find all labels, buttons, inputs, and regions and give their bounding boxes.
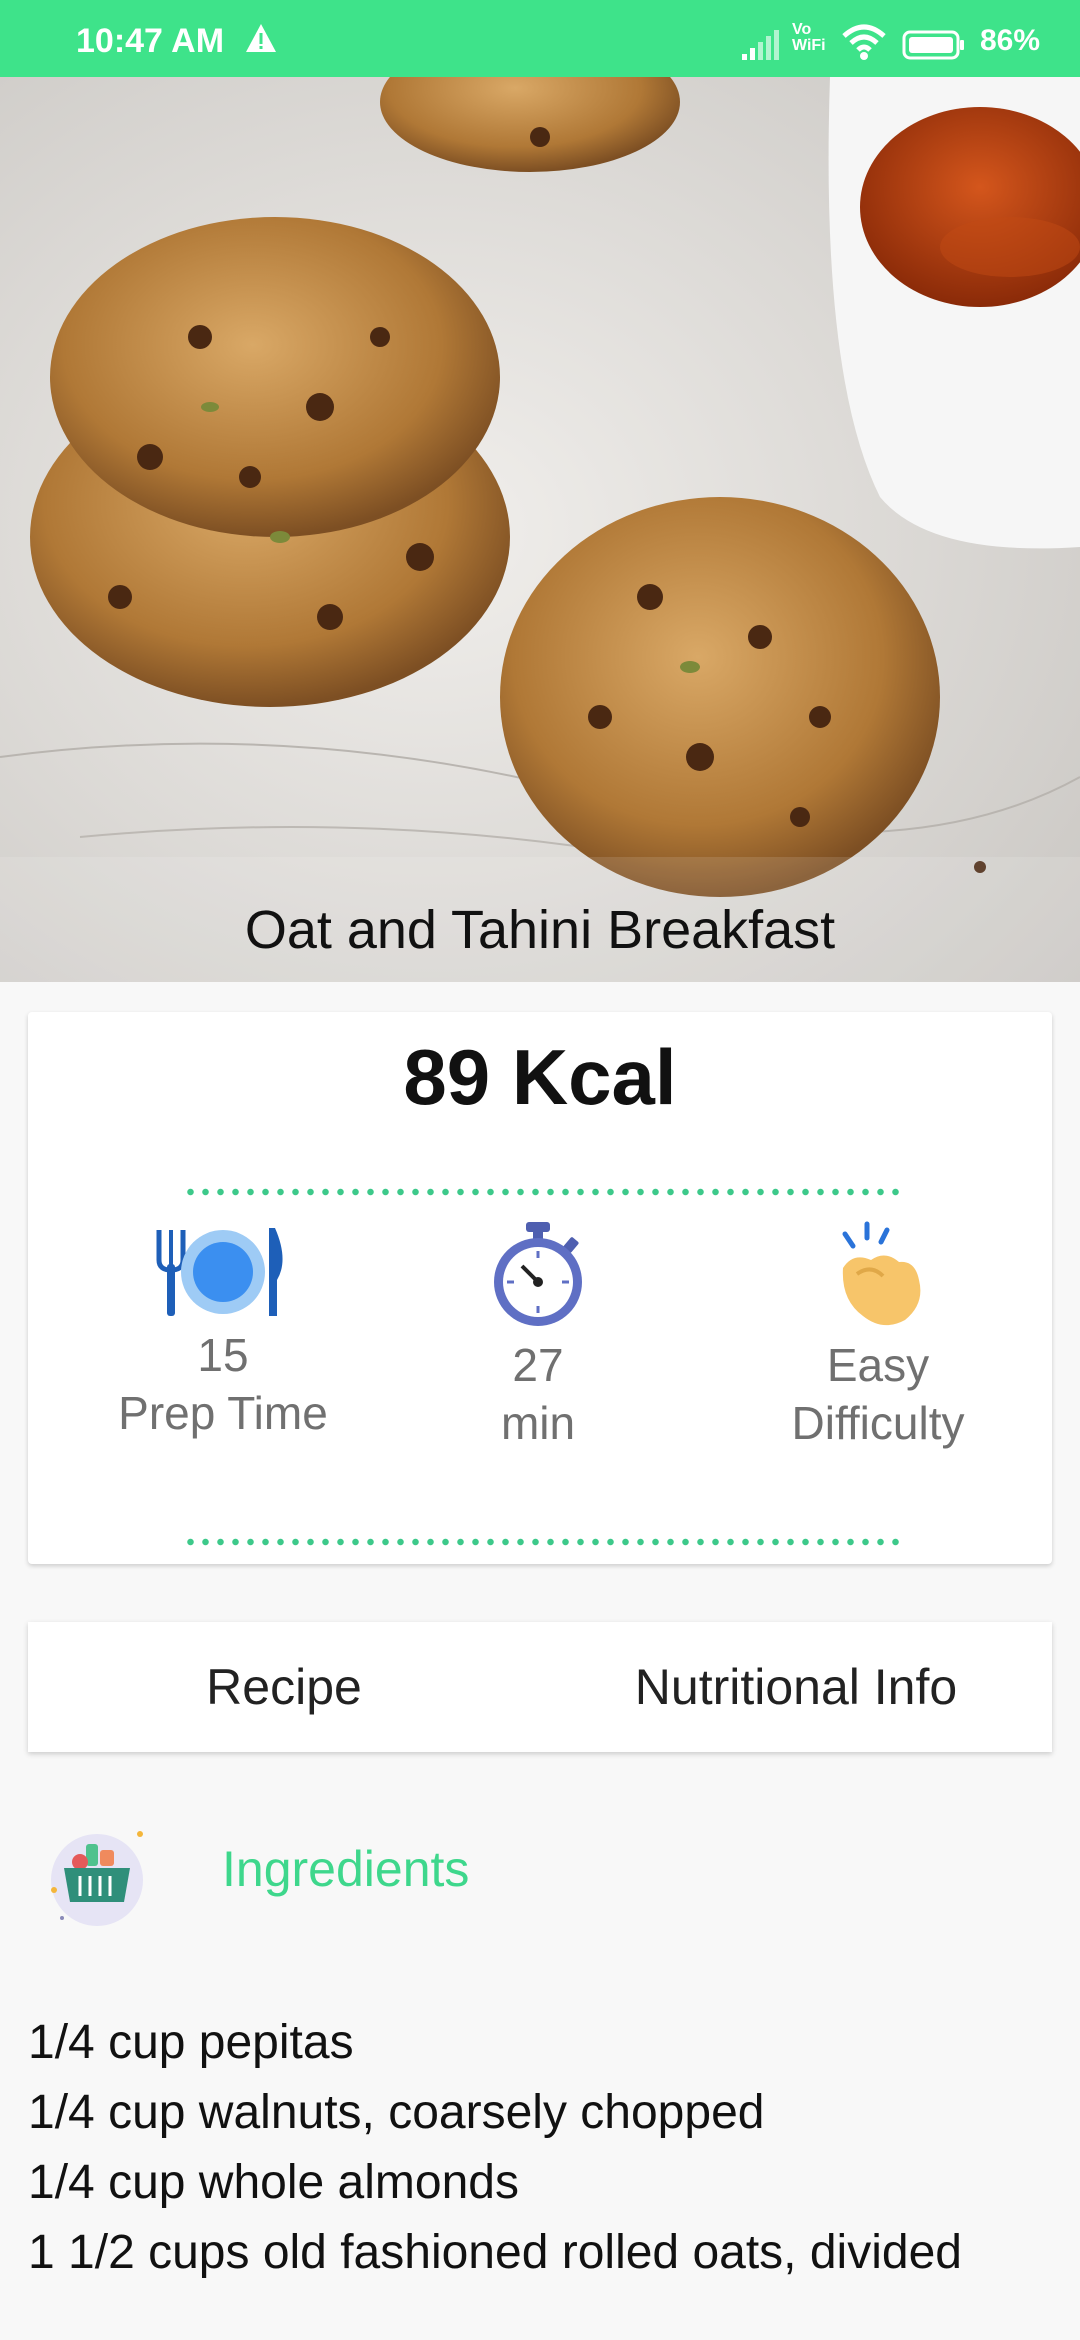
- ingredient-item: 1/4 cup whole almonds: [28, 2156, 519, 2209]
- prep-time-label: Prep Time: [118, 1387, 328, 1439]
- status-time: 10:47 AM: [76, 22, 225, 60]
- prep-time-value: 15: [197, 1329, 249, 1381]
- stat-duration: 27 min: [378, 1220, 698, 1452]
- ingredients-title: Ingredients: [222, 1841, 470, 1897]
- grocery-basket-icon: [51, 1831, 143, 1926]
- snap-hand-icon: [842, 1221, 921, 1326]
- status-bar: 10:47 AM Vo WiFi 86%: [0, 0, 1080, 77]
- battery-icon: [902, 30, 964, 60]
- signal-icon: [742, 30, 779, 60]
- recipe-hero-image: Oat and Tahini Breakfast: [0, 77, 1080, 982]
- difficulty-value: Easy: [826, 1339, 930, 1391]
- stopwatch-icon: [494, 1222, 582, 1326]
- difficulty-label: Difficulty: [791, 1397, 965, 1449]
- tab-recipe[interactable]: Recipe: [28, 1622, 540, 1752]
- ingredient-item: 1 1/2 cups old fashioned rolled oats, di…: [28, 2226, 962, 2279]
- battery-percentage: 86%: [980, 24, 1041, 57]
- tab-nutritional-info[interactable]: Nutritional Info: [540, 1622, 1052, 1752]
- cookies-photo: [0, 77, 1080, 982]
- plate-cutlery-icon: [156, 1228, 283, 1316]
- duration-value: 27: [512, 1339, 564, 1391]
- stat-difficulty: Easy Difficulty: [718, 1220, 1038, 1452]
- ingredient-item: 1/4 cup pepitas: [28, 2016, 354, 2069]
- ingredients-list: 1/4 cup pepitas 1/4 cup walnuts, coarsel…: [28, 2008, 1028, 2288]
- dotted-divider-top: [183, 1188, 903, 1196]
- volte-wifi-icon: Vo WiFi: [792, 21, 826, 54]
- recipe-tabs: Recipe Nutritional Info: [28, 1622, 1052, 1752]
- ingredient-item: 1/4 cup walnuts, coarsely chopped: [28, 2086, 765, 2139]
- calories-value: 89 Kcal: [403, 1033, 677, 1121]
- warning-icon: [246, 24, 276, 52]
- recipe-stats-card: 89 Kcal 15 Prep Time 27 min Easy Difficu…: [28, 1012, 1052, 1564]
- stat-prep-time: 15 Prep Time: [63, 1220, 383, 1442]
- dotted-divider-bottom: [183, 1538, 903, 1546]
- duration-label: min: [500, 1397, 576, 1449]
- recipe-title: Oat and Tahini Breakfast: [244, 900, 836, 960]
- wifi-icon: [842, 24, 886, 60]
